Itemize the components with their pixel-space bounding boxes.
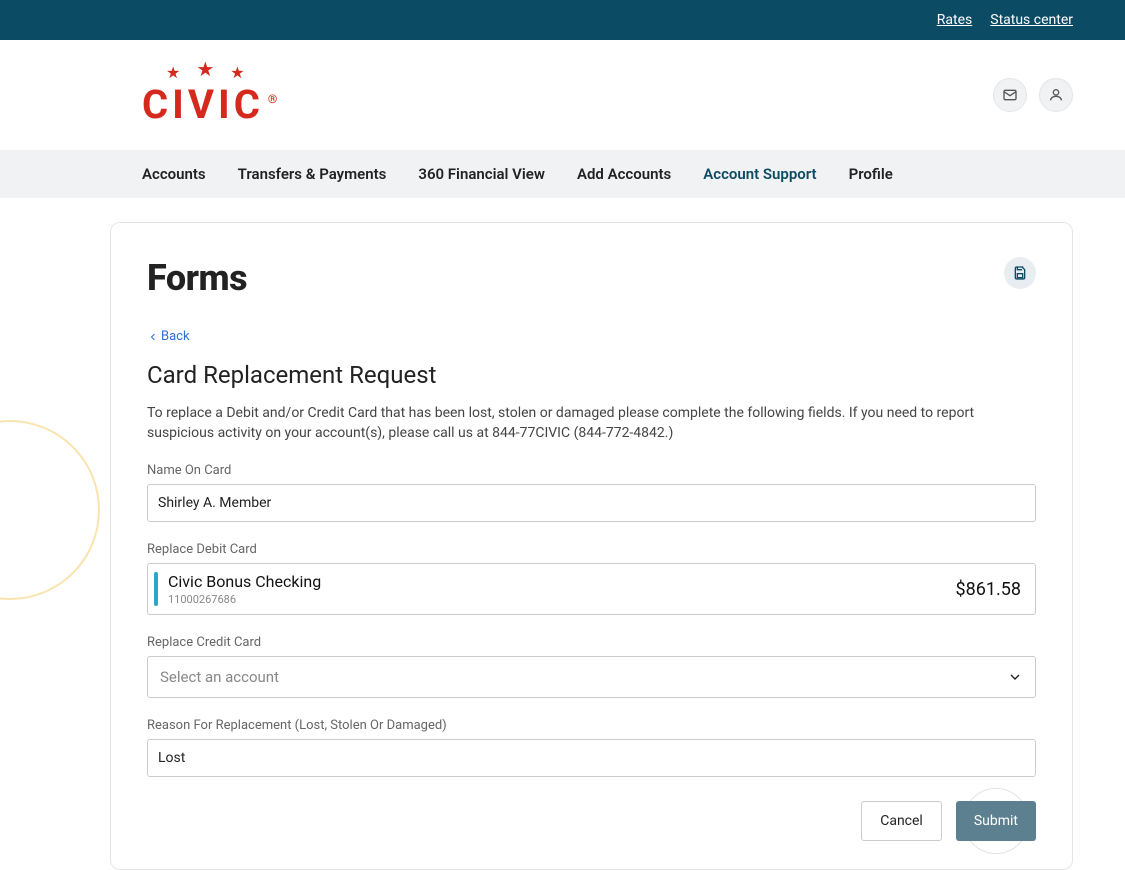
user-icon — [1048, 87, 1064, 103]
account-stripe — [154, 572, 158, 606]
logo-text: CIVIC® — [142, 81, 281, 128]
cancel-button[interactable]: Cancel — [861, 801, 942, 841]
nav-financial-view[interactable]: 360 Financial View — [418, 165, 545, 183]
nav-transfers[interactable]: Transfers & Payments — [238, 165, 387, 183]
submit-button[interactable]: Submit — [956, 801, 1036, 841]
credit-account-select[interactable]: Select an account — [147, 656, 1036, 698]
form-actions: Cancel Submit — [147, 801, 1036, 841]
save-icon — [1012, 265, 1028, 281]
header-icons — [993, 78, 1073, 112]
top-bar: Rates Status center — [0, 0, 1125, 40]
star-icon: ★ — [196, 57, 214, 81]
forms-card: Forms Back Card Replacement Request To r… — [110, 222, 1073, 870]
account-info: Civic Bonus Checking 11000267686 — [168, 572, 321, 606]
back-link[interactable]: Back — [147, 329, 190, 344]
messages-button[interactable] — [993, 78, 1027, 112]
mail-icon — [1002, 87, 1018, 103]
rates-link[interactable]: Rates — [937, 12, 972, 28]
nav-profile[interactable]: Profile — [849, 165, 893, 183]
back-label: Back — [161, 329, 190, 344]
form-title: Card Replacement Request — [147, 361, 1036, 389]
credit-label: Replace Credit Card — [147, 635, 1036, 650]
chevron-left-icon — [147, 331, 159, 343]
field-reason: Reason For Replacement (Lost, Stolen Or … — [147, 718, 1036, 777]
field-name-on-card: Name On Card — [147, 463, 1036, 522]
field-replace-debit: Replace Debit Card Civic Bonus Checking … — [147, 542, 1036, 615]
chevron-down-icon — [1007, 669, 1023, 685]
nav-add-accounts[interactable]: Add Accounts — [577, 165, 671, 183]
profile-button[interactable] — [1039, 78, 1073, 112]
reason-label: Reason For Replacement (Lost, Stolen Or … — [147, 718, 1036, 733]
main-area: Forms Back Card Replacement Request To r… — [0, 198, 1125, 870]
name-label: Name On Card — [147, 463, 1036, 478]
nav-bar: Accounts Transfers & Payments 360 Financ… — [0, 150, 1125, 198]
nav-accounts[interactable]: Accounts — [142, 165, 206, 183]
reason-input[interactable] — [147, 739, 1036, 777]
debit-label: Replace Debit Card — [147, 542, 1036, 557]
account-name: Civic Bonus Checking — [168, 572, 321, 591]
header: ★ ★ ★ CIVIC® — [0, 40, 1125, 150]
nav-account-support[interactable]: Account Support — [703, 165, 816, 183]
account-balance: $861.58 — [956, 579, 1021, 600]
logo[interactable]: ★ ★ ★ CIVIC® — [142, 63, 281, 128]
status-center-link[interactable]: Status center — [990, 12, 1073, 28]
credit-placeholder: Select an account — [160, 668, 279, 686]
account-number: 11000267686 — [168, 593, 321, 606]
form-description: To replace a Debit and/or Credit Card th… — [147, 403, 1036, 444]
name-input[interactable] — [147, 484, 1036, 522]
field-replace-credit: Replace Credit Card Select an account — [147, 635, 1036, 698]
save-form-button[interactable] — [1004, 257, 1036, 289]
page-title: Forms — [147, 257, 247, 299]
card-head: Forms — [147, 257, 1036, 299]
debit-account-select[interactable]: Civic Bonus Checking 11000267686 $861.58 — [147, 563, 1036, 615]
submit-highlight: Submit — [956, 801, 1036, 841]
